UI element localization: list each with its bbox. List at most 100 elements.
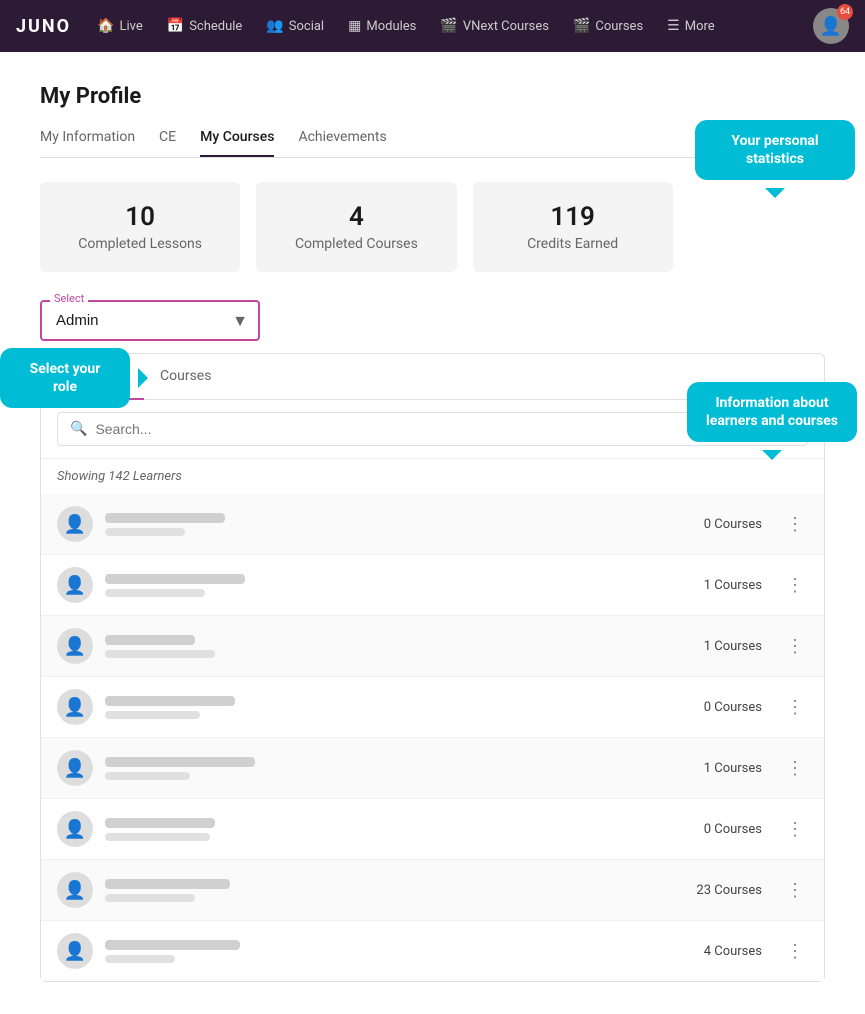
tab-ce[interactable]: CE [159,129,176,157]
stat-completed-lessons: 10 Completed Lessons [40,182,240,272]
learner-menu-icon[interactable]: ⋮ [782,754,808,783]
tab-my-information[interactable]: My Information [40,129,135,157]
nav-modules[interactable]: ▦ Modules [338,12,426,40]
nav-modules-label: Modules [366,19,416,34]
learner-name-bar [105,513,225,523]
learner-menu-icon[interactable]: ⋮ [782,571,808,600]
stat-courses-number: 4 [288,202,424,232]
nav-courses-label: Courses [595,19,643,34]
nav-more-label: More [685,19,715,34]
learner-courses-count: 1 Courses [704,761,762,776]
learner-sub-bar [105,589,205,597]
learner-menu-icon[interactable]: ⋮ [782,632,808,661]
page-title: My Profile [40,84,825,109]
learner-menu-icon[interactable]: ⋮ [782,510,808,539]
learner-name-bar [105,574,245,584]
search-icon: 🔍 [70,421,87,437]
learner-menu-icon[interactable]: ⋮ [782,937,808,966]
tooltip-role: Select your role [0,348,130,408]
nav-vnext-label: VNext Courses [463,19,549,34]
learner-courses-count: 0 Courses [704,822,762,837]
learner-name-bar [105,696,235,706]
learner-name-bar [105,818,215,828]
learner-menu-icon[interactable]: ⋮ [782,693,808,722]
learner-avatar: 👤 [57,933,93,969]
nav-more[interactable]: ☰ More [657,12,725,40]
nav-courses[interactable]: 🎬 Courses [563,12,653,40]
tab-courses[interactable]: Courses [144,354,227,400]
learner-info [105,574,692,597]
learner-row: 👤 4 Courses ⋮ [41,920,824,981]
stat-credits-label: Credits Earned [505,236,641,252]
stat-credits-number: 119 [505,202,641,232]
learner-avatar: 👤 [57,506,93,542]
learner-row: 👤 0 Courses ⋮ [41,494,824,554]
nav-vnext[interactable]: 🎬 VNext Courses [430,12,559,40]
learner-sub-bar [105,894,195,902]
learner-row: 👤 23 Courses ⋮ [41,859,824,920]
stat-lessons-label: Completed Lessons [72,236,208,252]
user-avatar[interactable]: 👤 64 [813,8,849,44]
select-label: Select [50,292,88,305]
learner-courses-count: 1 Courses [704,578,762,593]
nav-social[interactable]: 👥 Social [256,12,334,40]
hamburger-icon: ☰ [667,18,680,34]
learner-avatar: 👤 [57,689,93,725]
learner-sub-bar [105,955,175,963]
learner-courses-count: 23 Courses [696,883,762,898]
learner-info [105,757,692,780]
learner-menu-icon[interactable]: ⋮ [782,815,808,844]
learner-menu-icon[interactable]: ⋮ [782,876,808,905]
video-icon: 🎬 [440,18,457,34]
content-panel: Learners Courses 🔍 Showing 142 Learners … [40,353,825,982]
logo: JUNO [16,16,71,37]
learner-info [105,879,684,902]
learner-sub-bar [105,528,185,536]
learner-name-bar [105,879,230,889]
learners-count: Showing 142 Learners [41,459,824,494]
learner-name-bar [105,940,240,950]
learner-row: 👤 0 Courses ⋮ [41,798,824,859]
tab-achievements[interactable]: Achievements [298,129,386,157]
tooltip-info: Information about learners and courses [687,382,857,442]
learner-avatar: 👤 [57,628,93,664]
courses-icon: 🎬 [573,18,590,34]
learner-row: 👤 1 Courses ⋮ [41,615,824,676]
role-select[interactable]: Admin Learner Instructor [40,300,260,341]
learner-sub-bar [105,772,190,780]
learner-courses-count: 0 Courses [704,517,762,532]
tooltip-stats: Your personal statistics [695,120,855,180]
learner-courses-count: 0 Courses [704,700,762,715]
stat-completed-courses: 4 Completed Courses [256,182,456,272]
stat-courses-label: Completed Courses [288,236,424,252]
stats-row: 10 Completed Lessons 4 Completed Courses… [40,182,825,272]
nav-social-label: Social [289,19,324,34]
learner-sub-bar [105,650,215,658]
learner-sub-bar [105,833,210,841]
learner-info [105,940,692,963]
people-icon: 👥 [266,18,283,34]
learners-list: 👤 0 Courses ⋮ 👤 1 Courses ⋮ 👤 1 Courses … [41,494,824,981]
main-content: Your personal statistics Select your rol… [0,52,865,1014]
learner-row: 👤 0 Courses ⋮ [41,676,824,737]
home-icon: 🏠 [97,18,114,34]
learner-name-bar [105,635,195,645]
nav-live[interactable]: 🏠 Live [87,12,153,40]
learner-avatar: 👤 [57,872,93,908]
learner-sub-bar [105,711,200,719]
learner-info [105,818,692,841]
learner-name-bar [105,757,255,767]
learner-avatar: 👤 [57,567,93,603]
calendar-icon: 📅 [167,18,184,34]
stat-credits-earned: 119 Credits Earned [473,182,673,272]
tab-my-courses[interactable]: My Courses [200,129,274,157]
nav-schedule-label: Schedule [189,19,242,34]
learner-info [105,513,692,536]
nav-live-label: Live [119,19,142,34]
learner-row: 👤 1 Courses ⋮ [41,737,824,798]
grid-icon: ▦ [348,18,361,34]
learner-info [105,635,692,658]
nav-schedule[interactable]: 📅 Schedule [157,12,253,40]
role-select-wrapper: Select Admin Learner Instructor ▼ [40,300,260,341]
navbar: JUNO 🏠 Live 📅 Schedule 👥 Social ▦ Module… [0,0,865,52]
